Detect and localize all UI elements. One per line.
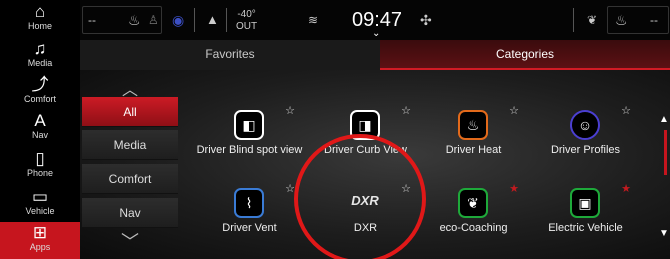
ev-icon: ▣ — [570, 188, 600, 218]
nav-label: Home — [27, 21, 52, 31]
app-tile-driver-profiles[interactable]: ☺ ☆ Driver Profiles — [528, 102, 643, 172]
divider — [573, 8, 574, 32]
seat-icon: ⤴ — [31, 75, 49, 94]
nav-label: Media — [27, 58, 53, 68]
app-tile-driver-heat[interactable]: ♨ ☆ Driver Heat — [416, 102, 531, 172]
scroll-up-icon[interactable]: ▲ — [658, 114, 670, 125]
status-bar: -- ♨ ♙ ◉ ▲ -40° OUT ≋ 09:47 ⌄ ✣ ❦ ♨ -- — [80, 0, 670, 40]
heated-seat-icon: ♨ — [458, 110, 488, 140]
app-label: Driver Profiles — [550, 144, 621, 156]
nav-label: Nav — [31, 130, 48, 140]
heated-seat-icon[interactable]: ♨ — [128, 0, 141, 40]
scroll-down-icon[interactable]: ▼ — [658, 228, 670, 239]
navigation-arrow-icon: A — [34, 111, 46, 130]
divider — [194, 8, 195, 32]
apps-grid-icon: ⊞ — [32, 223, 48, 242]
profile-icon[interactable]: ◉ — [172, 0, 184, 40]
nav-item-phone[interactable]: ▯ Phone — [0, 149, 80, 179]
nav-item-vehicle[interactable]: ▭ Vehicle — [0, 187, 80, 217]
nav-label: Comfort — [23, 94, 56, 104]
outside-temp-value: -40° — [237, 9, 256, 20]
nav-label: Phone — [26, 168, 54, 178]
nav-label: Apps — [29, 242, 51, 252]
category-item-media[interactable]: Media — [82, 130, 178, 160]
app-tile-driver-blind-spot-view[interactable]: ◧ ☆ Driver Blind spot view — [192, 102, 307, 172]
favorite-star-icon[interactable]: ★ — [621, 182, 631, 195]
phone-icon: ▯ — [35, 149, 45, 168]
category-item-comfort[interactable]: Comfort — [82, 164, 178, 194]
tab-categories[interactable]: Categories — [380, 40, 670, 70]
scrollbar[interactable] — [664, 130, 667, 175]
home-icon: ⌂ — [34, 2, 46, 21]
nav-item-nav[interactable]: A Nav — [0, 111, 80, 141]
notification-bell-icon[interactable]: ▲ — [206, 0, 219, 40]
eco-leaf-icon[interactable]: ❦ — [587, 0, 597, 40]
music-note-icon: ♫ — [33, 39, 47, 58]
nav-item-comfort[interactable]: ⤴ Comfort — [0, 75, 80, 105]
car-icon: ▭ — [31, 187, 49, 206]
category-item-all[interactable]: All — [82, 97, 178, 127]
seat-icon[interactable]: ♙ — [148, 0, 159, 40]
app-label: Driver Heat — [445, 144, 502, 156]
profiles-icon: ☺ — [570, 110, 600, 140]
blind-spot-icon: ◧ — [234, 110, 264, 140]
fan-icon[interactable]: ✣ — [420, 0, 432, 40]
app-label: eco-Coaching — [439, 222, 508, 234]
divider — [226, 8, 227, 32]
favorite-star-icon[interactable]: ☆ — [509, 104, 519, 117]
app-tile-driver-vent[interactable]: ⌇ ☆ Driver Vent — [192, 180, 307, 250]
nav-item-media[interactable]: ♫ Media — [0, 39, 80, 69]
app-label: Driver Vent — [222, 222, 277, 234]
app-label: Electric Vehicle — [548, 222, 623, 234]
highlight-circle — [294, 134, 426, 259]
wifi-icon: ≋ — [308, 13, 319, 27]
nav-item-home[interactable]: ⌂ Home — [0, 2, 80, 32]
app-label: Driver Blind spot view — [196, 144, 303, 156]
leaf-icon: ❦ — [458, 188, 488, 218]
left-temp: -- — [88, 13, 96, 27]
right-temp: -- — [650, 13, 658, 27]
vented-seat-icon[interactable]: ♨ — [615, 0, 628, 40]
tab-favorites[interactable]: Favorites — [80, 40, 380, 70]
favorite-star-icon[interactable]: ★ — [509, 182, 519, 195]
favorite-star-icon[interactable]: ☆ — [621, 104, 631, 117]
nav-rail: ⌂ Home ♫ Media ⤴ Comfort A Nav ▯ Phone ▭… — [0, 0, 80, 259]
favorite-star-icon[interactable]: ☆ — [401, 104, 411, 117]
chevron-down-icon[interactable]: ﹀ — [80, 228, 180, 254]
favorite-star-icon[interactable]: ☆ — [285, 104, 295, 117]
vented-seat-icon: ⌇ — [234, 188, 264, 218]
category-item-nav[interactable]: Nav — [82, 198, 178, 228]
outside-temp-label: OUT — [236, 21, 258, 32]
category-list: ︿ All Media Comfort Nav ﹀ — [80, 70, 180, 259]
tab-bar: Favorites Categories — [80, 40, 670, 70]
nav-label: Vehicle — [25, 206, 55, 216]
nav-item-apps[interactable]: ⊞ Apps — [0, 222, 80, 259]
app-tile-eco-coaching[interactable]: ❦ ★ eco-Coaching — [416, 180, 531, 250]
outside-temp: -40° OUT — [236, 9, 257, 33]
app-tile-electric-vehicle[interactable]: ▣ ★ Electric Vehicle — [528, 180, 643, 250]
